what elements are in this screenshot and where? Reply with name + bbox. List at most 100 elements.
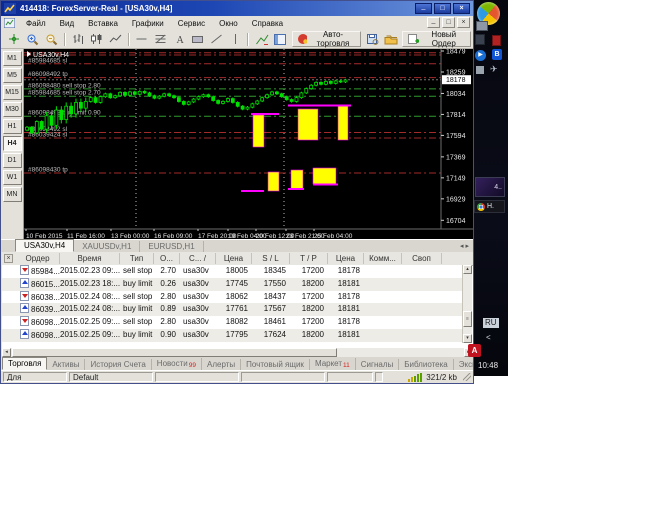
bluetooth-icon[interactable]: B bbox=[492, 49, 502, 60]
timeframe-button[interactable]: M1 bbox=[3, 51, 22, 66]
minimize-button[interactable] bbox=[415, 3, 432, 14]
horizontal-line-icon[interactable] bbox=[133, 30, 152, 48]
column-header[interactable]: Своп bbox=[402, 253, 442, 264]
scroll-up-icon[interactable]: ▴ bbox=[463, 265, 472, 274]
order-row[interactable]: 86098... 2015.02.25 09:... buy limit 0.9… bbox=[2, 329, 462, 342]
new-order-button[interactable]: Новый Ордер bbox=[402, 31, 471, 47]
collapse-arrow-icon[interactable]: < bbox=[486, 333, 491, 342]
bottom-tab[interactable]: Библиотека bbox=[399, 359, 454, 370]
timeframe-button[interactable]: D1 bbox=[3, 153, 22, 168]
autotrading-button[interactable]: Авто-торговля bbox=[292, 31, 361, 47]
scroll-thumb[interactable]: ≡ bbox=[463, 311, 472, 327]
candlestick-chart-icon[interactable] bbox=[87, 30, 106, 48]
profiles-icon[interactable] bbox=[382, 30, 401, 48]
menu-item[interactable]: Сервис bbox=[171, 18, 212, 29]
horizontal-scrollbar[interactable]: ◂ ▸ bbox=[2, 348, 473, 357]
menu-item[interactable]: Вид bbox=[53, 18, 81, 29]
title-bar[interactable]: 414418: ForexServer-Real - [USA30v,H4] bbox=[1, 1, 473, 16]
scroll-left-icon[interactable]: ◂ bbox=[2, 348, 11, 357]
bar-chart-icon[interactable] bbox=[69, 30, 88, 48]
red-app-icon[interactable] bbox=[492, 35, 501, 46]
chart-tab[interactable]: USA30v,H4 bbox=[15, 239, 74, 252]
orders-vertical-scrollbar[interactable]: ▴ ≡ ▾ bbox=[462, 265, 472, 343]
resize-grip[interactable] bbox=[463, 373, 471, 381]
column-header[interactable]: Ордер bbox=[16, 253, 60, 264]
column-header[interactable]: Время bbox=[60, 253, 120, 264]
bottom-tab[interactable]: Торговля bbox=[2, 357, 47, 370]
pdf-tray-icon[interactable]: A bbox=[468, 344, 481, 357]
photo-thumbnail[interactable]: 4.. bbox=[475, 177, 505, 197]
column-header[interactable]: Тип bbox=[120, 253, 154, 264]
timeframe-button[interactable]: MN bbox=[3, 187, 22, 202]
timeframe-button[interactable]: M15 bbox=[3, 85, 22, 100]
shapes-icon[interactable] bbox=[189, 30, 208, 48]
media-player-icon[interactable]: ▶ bbox=[475, 50, 486, 61]
menu-item[interactable]: Графики bbox=[125, 18, 171, 29]
line-chart-icon[interactable] bbox=[106, 30, 125, 48]
order-row[interactable]: 86038... 2015.02.24 08:... sell stop 2.8… bbox=[2, 291, 462, 304]
save-template-icon[interactable] bbox=[363, 30, 382, 48]
order-row[interactable]: 86039... 2015.02.24 08:... buy limit 0.8… bbox=[2, 303, 462, 316]
bottom-tab[interactable]: История Счета bbox=[85, 359, 151, 370]
bottom-tab[interactable]: Почтовый ящик bbox=[241, 359, 310, 370]
column-header[interactable]: С... / bbox=[180, 253, 216, 264]
timeframe-button[interactable]: W1 bbox=[3, 170, 22, 185]
bottom-tab[interactable]: Маркет11 bbox=[310, 358, 356, 370]
column-header[interactable]: Комм... bbox=[364, 253, 402, 264]
column-header[interactable]: Цена bbox=[216, 253, 252, 264]
timeframe-button[interactable]: H1 bbox=[3, 119, 22, 134]
indicators-icon[interactable] bbox=[252, 30, 271, 48]
airplane-icon[interactable]: ✈ bbox=[490, 64, 498, 75]
column-header[interactable]: S / L bbox=[252, 253, 290, 264]
chart-tab[interactable]: XAUUSDv,H1 bbox=[74, 241, 140, 252]
tab-scroll-arrows[interactable]: ◂ ▸ bbox=[460, 242, 469, 250]
bottom-tab[interactable]: Эксперты bbox=[454, 359, 473, 370]
chart-area[interactable]: #85984685 sl#86098492 tp#86098480 sell s… bbox=[24, 49, 473, 239]
menu-item[interactable]: Файл bbox=[19, 18, 53, 29]
computer-icon[interactable] bbox=[476, 21, 488, 31]
chart-window-icon[interactable] bbox=[4, 18, 16, 28]
fibonacci-icon[interactable] bbox=[151, 30, 170, 48]
timeframe-button[interactable]: H4 bbox=[3, 136, 22, 151]
status-segment: Для bbox=[3, 372, 67, 382]
close-panel-icon[interactable]: × bbox=[4, 254, 13, 263]
order-row[interactable]: 86015... 2015.02.23 18:... buy limit 0.2… bbox=[2, 278, 462, 291]
timeframe-button[interactable]: M5 bbox=[3, 68, 22, 83]
mdi-minimize-button[interactable] bbox=[427, 17, 440, 28]
text-tool-icon[interactable]: A bbox=[170, 30, 189, 48]
menu-item[interactable]: Окно bbox=[212, 18, 245, 29]
device-icon[interactable] bbox=[475, 34, 485, 45]
bottom-tab[interactable]: Алерты bbox=[202, 359, 241, 370]
status-segment: Default bbox=[69, 372, 153, 382]
column-header[interactable]: Цена bbox=[328, 253, 364, 264]
vertical-line-icon[interactable] bbox=[226, 30, 245, 48]
chart-canvas[interactable]: #85984685 sl#86098492 tp#86098480 sell s… bbox=[24, 49, 473, 239]
data-window-icon[interactable] bbox=[271, 30, 290, 48]
close-button[interactable] bbox=[453, 3, 470, 14]
zoom-out-icon[interactable] bbox=[42, 30, 61, 48]
browser-thumbnail[interactable]: H. bbox=[474, 200, 505, 213]
svg-text:16704: 16704 bbox=[446, 218, 466, 225]
timeframe-button[interactable]: M30 bbox=[3, 102, 22, 117]
mdi-close-button[interactable] bbox=[457, 17, 470, 28]
bottom-tab[interactable]: Активы bbox=[47, 359, 85, 370]
scroll-down-icon[interactable]: ▾ bbox=[463, 334, 472, 343]
language-indicator[interactable]: RU bbox=[483, 318, 499, 328]
bottom-tab[interactable]: Сигналы bbox=[356, 359, 399, 370]
chart-tab[interactable]: EURUSD,H1 bbox=[140, 241, 203, 252]
mdi-restore-button[interactable] bbox=[442, 17, 455, 28]
column-header[interactable]: О... bbox=[154, 253, 180, 264]
menu-item[interactable]: Справка bbox=[245, 18, 290, 29]
maximize-button[interactable] bbox=[434, 3, 451, 14]
bottom-tab[interactable]: Новости99 bbox=[152, 358, 202, 370]
zoom-in-icon[interactable] bbox=[24, 30, 43, 48]
order-row[interactable]: 86098... 2015.02.25 09:... sell stop 2.8… bbox=[2, 316, 462, 329]
order-row[interactable]: 85984... 2015.02.23 09:... sell stop 2.7… bbox=[2, 265, 462, 278]
menu-list: ФайлВидВставкаГрафикиСервисОкноСправка bbox=[19, 18, 290, 29]
hscroll-thumb[interactable] bbox=[12, 348, 337, 357]
menu-item[interactable]: Вставка bbox=[81, 18, 125, 29]
trendline-icon[interactable] bbox=[207, 30, 226, 48]
column-header[interactable]: T / P bbox=[290, 253, 328, 264]
widget-icon[interactable] bbox=[476, 66, 484, 74]
crosshair-icon[interactable] bbox=[5, 30, 24, 48]
